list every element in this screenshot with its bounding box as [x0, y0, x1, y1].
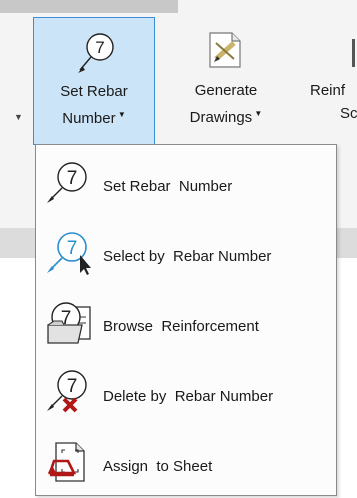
menu-item-browse-reinforcement[interactable]: 7 Browse Reinforcement [36, 289, 336, 345]
menu-item-assign-to-sheet[interactable]: Assign to Sheet [36, 429, 336, 485]
number-seven-circle-icon: 7 [78, 32, 118, 76]
chevron-down-icon: ▼ [252, 109, 263, 118]
select-by-number-icon: 7 [44, 229, 92, 275]
dropdown-arrow-icon[interactable]: ▼ [14, 112, 23, 122]
chevron-down-icon: ▼ [115, 110, 126, 119]
menu-item-label: Assign to Sheet [103, 458, 213, 475]
generate-drawings-button[interactable]: Generate Drawings ▼ [176, 17, 276, 145]
menu-item-delete-by-rebar-number[interactable]: 7 Delete by Rebar Number [36, 359, 336, 415]
menu-item-set-rebar-number[interactable]: 7 Set Rebar Number [36, 149, 336, 205]
icon-number: 7 [95, 38, 104, 57]
menu-item-label: Set Rebar Number [103, 178, 233, 195]
reinforcement-schedule-label: Reinf Sc [310, 82, 357, 122]
icon-number: 7 [67, 376, 78, 397]
number-seven-circle-icon: 7 [44, 159, 92, 205]
assign-to-sheet-icon [44, 439, 92, 485]
delete-by-number-icon: 7 [44, 369, 92, 415]
menu-item-label: Select by Rebar Number [103, 248, 272, 265]
ribbon-top-bar [0, 0, 178, 13]
set-rebar-number-dropdown-menu: 7 Set Rebar Number 7 Select by Rebar Num… [35, 144, 337, 496]
reinforcement-schedule-button[interactable]: Reinf Sc [300, 17, 357, 145]
icon-number: 7 [67, 238, 78, 259]
reinforcement-schedule-icon [352, 39, 355, 67]
menu-item-label: Browse Reinforcement [103, 318, 259, 335]
browse-reinforcement-icon: 7 [44, 299, 92, 345]
set-rebar-number-label: Set Rebar Number ▼ [60, 83, 128, 127]
generate-drawings-icon [208, 31, 242, 69]
menu-item-select-by-rebar-number[interactable]: 7 Select by Rebar Number [36, 219, 336, 275]
set-rebar-number-button[interactable]: 7 Set Rebar Number ▼ [33, 17, 155, 145]
menu-item-label: Delete by Rebar Number [103, 388, 274, 405]
icon-number: 7 [67, 168, 78, 189]
generate-drawings-label: Generate Drawings ▼ [189, 82, 263, 126]
